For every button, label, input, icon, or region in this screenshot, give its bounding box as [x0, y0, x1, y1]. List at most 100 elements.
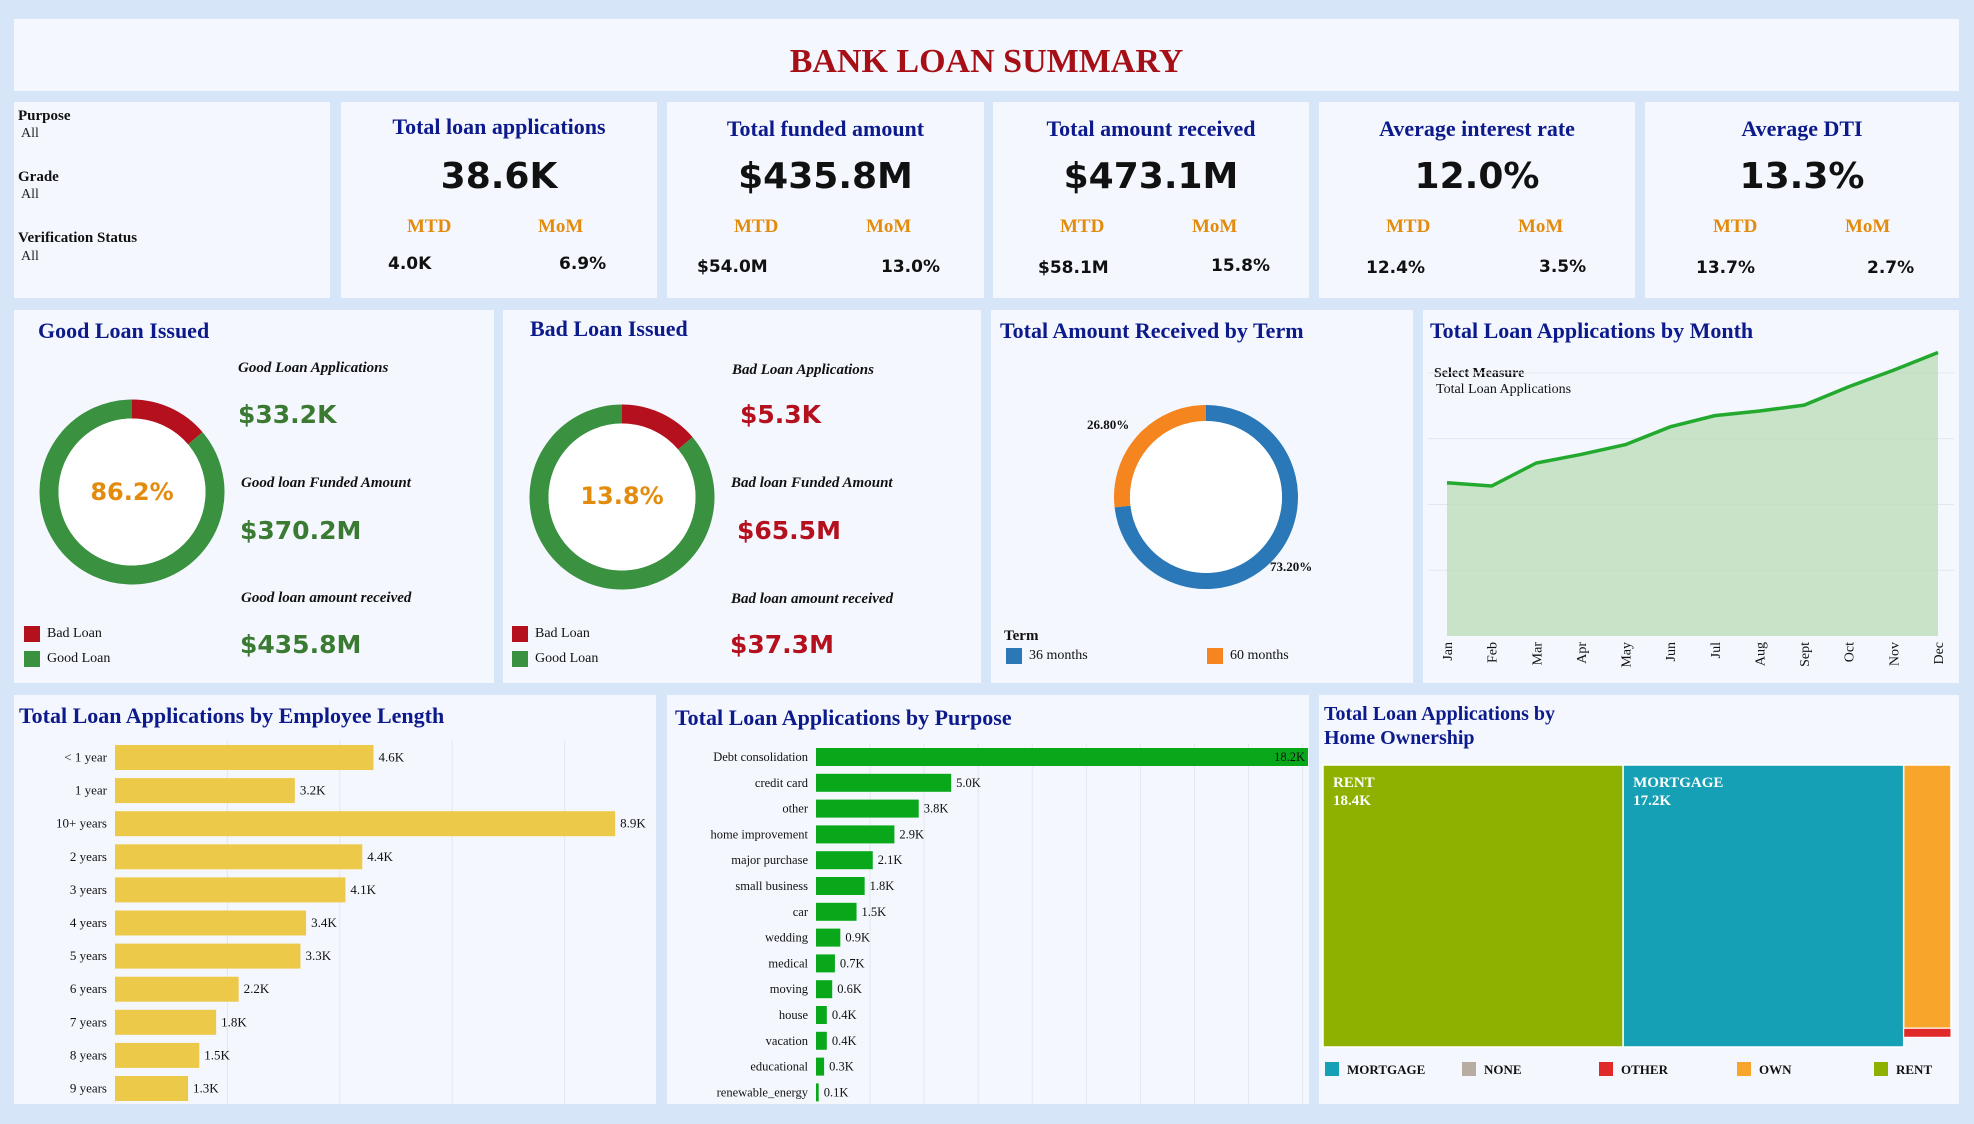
bar [816, 980, 833, 999]
kpi-mtd-label: MTD [1713, 216, 1758, 237]
kpi-card-applications: Total loan applications 38.6K MTD MoM 4.… [341, 102, 657, 298]
legend-good-label: Good Loan [47, 651, 111, 666]
category-label: small business [735, 879, 808, 893]
kpi-mtd-value: $54.0M [697, 257, 768, 277]
category-label: car [793, 905, 809, 919]
bad-loan-received-value: $37.3M [730, 630, 834, 659]
legend-swatch-mortgage [1325, 1062, 1339, 1076]
legend-label-none: NONE [1484, 1062, 1522, 1077]
category-label: 7 years [70, 1014, 107, 1029]
kpi-card-interest: Average interest rate 12.0% MTD MoM 12.4… [1319, 102, 1635, 298]
kpi-mtd-value: 12.4% [1366, 258, 1425, 278]
kpi-mtd-label: MTD [407, 216, 452, 237]
data-label: 18.2K [1274, 750, 1305, 764]
data-label: 4.6K [379, 750, 405, 765]
month-panel: Total Loan Applications by Month Select … [1423, 310, 1959, 683]
kpi-mom-label: MoM [1845, 216, 1891, 237]
filter-verification-label: Verification Status [18, 230, 138, 246]
treemap-mortgage-value: 17.2K [1633, 793, 1671, 809]
kpi-title: Average DTI [1741, 116, 1863, 141]
category-label: other [782, 802, 809, 816]
legend-swatch-none [1462, 1062, 1476, 1076]
page-title: BANK LOAN SUMMARY [789, 43, 1184, 80]
bar [115, 778, 295, 804]
filter-verification-value[interactable]: All [21, 249, 39, 265]
kpi-title: Average interest rate [1379, 116, 1575, 141]
good-loan-funded-label: Good loan Funded Amount [241, 475, 411, 491]
legend-label-other: OTHER [1621, 1062, 1669, 1077]
filter-grade-value[interactable]: All [21, 187, 39, 203]
data-label: 0.9K [845, 931, 870, 945]
category-label: 10+ years [56, 816, 107, 831]
data-label-36-months: 73.20% [1270, 559, 1312, 574]
legend-good-swatch [24, 651, 40, 667]
kpi-mom-value: 3.5% [1539, 257, 1587, 277]
x-tick-label: Dec [1932, 642, 1947, 665]
data-label: 0.6K [837, 982, 862, 996]
bar [816, 954, 835, 973]
legend-60-label: 60 months [1230, 648, 1289, 663]
filter-purpose-value[interactable]: All [21, 126, 39, 142]
category-label: 4 years [70, 915, 107, 930]
data-label: 2.1K [878, 853, 903, 867]
kpi-mom-value: 6.9% [559, 254, 607, 274]
bar [816, 877, 865, 895]
data-label: 1.8K [870, 879, 895, 893]
bar [816, 1057, 825, 1076]
treemap-rent-value: 18.4K [1333, 793, 1371, 809]
data-label: 0.3K [829, 1060, 854, 1074]
month-line-chart: Jan Feb Mar Apr May Jun Jul Aug Sept Oct Nov Dec [1428, 350, 1954, 668]
legend-60-swatch [1207, 648, 1223, 664]
bar [816, 773, 952, 792]
category-label: 1 year [75, 783, 108, 798]
bad-loan-received-label: Bad loan amount received [731, 591, 894, 607]
purpose-bar-chart: Debt consolidation 18.2K credit card 5.0K ot… [710, 744, 1308, 1104]
legend-label-mortgage: MORTGAGE [1347, 1062, 1425, 1077]
treemap-own [1902, 764, 1952, 1030]
legend-label-own: OWN [1759, 1062, 1792, 1077]
bar [115, 877, 346, 903]
kpi-mom-label: MoM [1192, 216, 1238, 237]
kpi-card-dti: Average DTI 13.3% MTD MoM 13.7% 2.7% [1645, 102, 1959, 298]
x-tick-label: Jul [1709, 642, 1724, 658]
bar [115, 745, 374, 770]
category-label: 3 years [70, 882, 107, 897]
data-label: 2.9K [899, 827, 924, 841]
category-label: major purchase [731, 853, 808, 867]
good-loan-applications-label: Good Loan Applications [238, 360, 389, 376]
bar [816, 799, 919, 818]
good-loan-received-label: Good loan amount received [241, 590, 412, 606]
filter-purpose-label: Purpose [18, 108, 71, 124]
legend-bad-swatch [512, 626, 528, 642]
filter-grade-label: Grade [18, 169, 59, 185]
kpi-mtd-value: $58.1M [1038, 258, 1109, 278]
employee-panel: Total Loan Applications by Employee Leng… [14, 695, 656, 1104]
category-label: renewable_energy [717, 1085, 809, 1099]
x-tick-label: Feb [1486, 642, 1501, 663]
legend-good-swatch [512, 651, 528, 667]
legend-36-swatch [1006, 648, 1022, 664]
bar [816, 851, 873, 870]
bar [115, 1076, 189, 1101]
category-label: home improvement [710, 827, 808, 841]
bar [115, 943, 301, 969]
data-label: 1.3K [193, 1081, 219, 1096]
data-label: 0.7K [840, 956, 865, 970]
kpi-value: $473.1M [1063, 156, 1239, 197]
term-donut-chart: 73.20% 26.80% [1087, 405, 1312, 589]
legend-label-rent: RENT [1896, 1062, 1932, 1077]
term-panel: Total Amount Received by Term 73.20% 26.8… [991, 310, 1413, 683]
good-loan-applications-value: $33.2K [238, 400, 337, 429]
home-panel: Total Loan Applications by Home Ownershi… [1319, 695, 1959, 1104]
category-label: Debt consolidation [713, 750, 809, 764]
header-panel: BANK LOAN SUMMARY [14, 19, 1959, 91]
data-label: 3.3K [305, 948, 331, 963]
good-loan-percent: 86.2% [90, 478, 174, 506]
data-label: 2.2K [244, 981, 270, 996]
bad-loan-title: Bad Loan Issued [530, 316, 688, 341]
bad-loan-applications-label: Bad Loan Applications [732, 362, 874, 378]
data-label: 0.4K [832, 1034, 857, 1048]
x-tick-label: Nov [1887, 642, 1902, 666]
data-label: 1.5K [204, 1047, 230, 1062]
data-label: 3.8K [924, 802, 949, 816]
